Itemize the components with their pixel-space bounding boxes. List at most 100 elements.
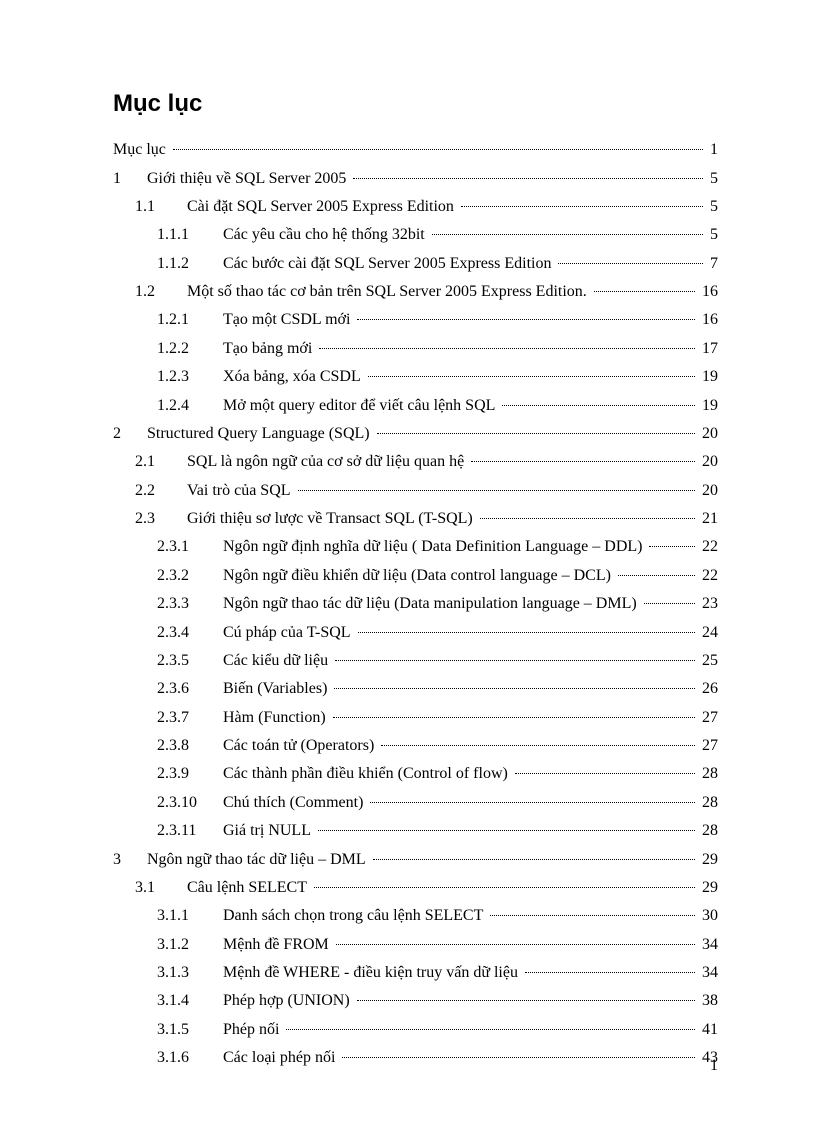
toc-dot-leader — [357, 319, 695, 320]
toc-entry-page: 26 — [698, 681, 718, 697]
toc-dot-leader — [432, 234, 703, 235]
toc-entry: 3Ngôn ngữ thao tác dữ liệu – DML 29 — [113, 845, 718, 873]
toc-entry-number: 1.2.2 — [157, 341, 223, 357]
toc-entry-text: Tạo một CSDL mới — [223, 312, 354, 328]
toc-entry-number: 1.1 — [135, 199, 187, 215]
toc-entry-text: Các kiểu dữ liệu — [223, 653, 332, 669]
toc-entry-page: 20 — [698, 454, 718, 470]
toc-entry: 2.3.10Chú thích (Comment)28 — [113, 789, 718, 817]
toc-dot-leader — [318, 830, 695, 831]
toc-entry-page: 5 — [706, 171, 718, 187]
toc-entry-page: 41 — [698, 1022, 718, 1038]
toc-entry-text: Một số thao tác cơ bản trên SQL Server 2… — [187, 284, 591, 300]
document-page: Mục lục Mục lục11Giới thiệu về SQL Serve… — [0, 0, 816, 1123]
toc-entry-page: 5 — [706, 199, 718, 215]
toc-entry-text: Biến (Variables) — [223, 681, 331, 697]
toc-title: Mục lục — [113, 90, 718, 118]
toc-entry-page: 25 — [698, 653, 718, 669]
toc-entry: 2.3Giới thiệu sơ lược về Transact SQL (T… — [113, 505, 718, 533]
toc-entry-text: Câu lệnh SELECT — [187, 880, 311, 896]
toc-entry: 2.3.11Giá trị NULL 28 — [113, 817, 718, 845]
toc-entry: 2.3.7Hàm (Function)27 — [113, 704, 718, 732]
toc-entry-number: 2 — [113, 426, 147, 442]
toc-entry-number: 3.1.1 — [157, 908, 223, 924]
toc-entry: 3.1Câu lệnh SELECT29 — [113, 874, 718, 902]
toc-entry-text: Tạo bảng mới — [223, 341, 316, 357]
toc-entry-text: Mục lục — [113, 142, 170, 158]
toc-entry: 1.1Cài đặt SQL Server 2005 Express Editi… — [113, 193, 718, 221]
toc-entry-number: 2.3.6 — [157, 681, 223, 697]
toc-entry-text: Danh sách chọn trong câu lệnh SELECT — [223, 908, 487, 924]
toc-entry-text: SQL là ngôn ngữ của cơ sở dữ liệu quan h… — [187, 454, 468, 470]
toc-dot-leader — [335, 660, 695, 661]
toc-dot-leader — [502, 405, 695, 406]
toc-dot-leader — [471, 461, 695, 462]
toc-dot-leader — [618, 575, 695, 576]
toc-entry-number: 1 — [113, 171, 147, 187]
toc-entry: 1.1.2Các bước cài đặt SQL Server 2005 Ex… — [113, 250, 718, 278]
toc-entry-page: 1 — [706, 142, 718, 158]
toc-entry-page: 27 — [698, 738, 718, 754]
toc-entry-number: 2.3.8 — [157, 738, 223, 754]
toc-dot-leader — [373, 859, 695, 860]
toc-entry-page: 5 — [706, 227, 718, 243]
toc-entry-number: 1.2 — [135, 284, 187, 300]
toc-entry: 3.1.2Mệnh đề FROM34 — [113, 931, 718, 959]
toc-entry-number: 2.2 — [135, 483, 187, 499]
toc-entry-number: 2.3.4 — [157, 625, 223, 641]
toc-entry-page: 29 — [698, 852, 718, 868]
toc-entry-page: 16 — [698, 312, 718, 328]
toc-entry-number: 2.3.10 — [157, 795, 223, 811]
toc-entry-number: 1.2.4 — [157, 398, 223, 414]
toc-entry: 2.2Vai trò của SQL20 — [113, 477, 718, 505]
toc-entry-number: 1.2.1 — [157, 312, 223, 328]
toc-entry-page: 23 — [698, 596, 718, 612]
toc-entry: 2.3.2Ngôn ngữ điều khiển dữ liệu (Data c… — [113, 562, 718, 590]
toc-entry-text: Structured Query Language (SQL) — [147, 426, 374, 442]
toc-entry: 1.2.2Tạo bảng mới17 — [113, 335, 718, 363]
toc-dot-leader — [358, 632, 695, 633]
toc-dot-leader — [342, 1057, 695, 1058]
toc-entry-text: Phép nối — [223, 1022, 283, 1038]
toc-entry-page: 27 — [698, 710, 718, 726]
toc-entry-number: 2.3.11 — [157, 823, 223, 839]
toc-dot-leader — [333, 717, 695, 718]
toc-entry: 1Giới thiệu về SQL Server 20055 — [113, 164, 718, 192]
toc-entry-text: Ngôn ngữ thao tác dữ liệu (Data manipula… — [223, 596, 641, 612]
toc-entry-text: Các bước cài đặt SQL Server 2005 Express… — [223, 256, 555, 272]
toc-dot-leader — [334, 688, 695, 689]
toc-entry-number: 2.3.1 — [157, 539, 223, 555]
toc-entry-text: Ngôn ngữ định nghĩa dữ liệu ( Data Defin… — [223, 539, 646, 555]
toc-dot-leader — [298, 490, 695, 491]
toc-dot-leader — [319, 348, 695, 349]
toc-dot-leader — [286, 1029, 695, 1030]
toc-entry: 2.1SQL là ngôn ngữ của cơ sở dữ liệu qua… — [113, 448, 718, 476]
toc-entry-page: 28 — [698, 823, 718, 839]
toc-entry-text: Các yêu cầu cho hệ thống 32bit — [223, 227, 429, 243]
toc-entry: 3.1.4Phép hợp (UNION)38 — [113, 987, 718, 1015]
toc-dot-leader — [461, 206, 703, 207]
toc-entry-number: 2.3.5 — [157, 653, 223, 669]
toc-entry-number: 3.1.2 — [157, 937, 223, 953]
toc-entry: 3.1.6Các loại phép nối43 — [113, 1044, 718, 1072]
toc-entry-page: 7 — [706, 256, 718, 272]
toc-entry-page: 19 — [698, 369, 718, 385]
toc-entry-number: 3.1 — [135, 880, 187, 896]
toc-entry-number: 2.3 — [135, 511, 187, 527]
toc-entry: 1.2.4Mở một query editor để viết câu lện… — [113, 391, 718, 419]
toc-entry-text: Ngôn ngữ thao tác dữ liệu – DML — [147, 852, 370, 868]
toc-entry-text: Giá trị NULL — [223, 823, 315, 839]
toc-entry-text: Giới thiệu sơ lược về Transact SQL (T-SQ… — [187, 511, 477, 527]
toc-entry-page: 21 — [698, 511, 718, 527]
toc-entry-page: 34 — [698, 937, 718, 953]
toc-dot-leader — [594, 291, 695, 292]
toc-entry-page: 28 — [698, 766, 718, 782]
toc-entry-text: Xóa bảng, xóa CSDL — [223, 369, 365, 385]
toc-entry-page: 30 — [698, 908, 718, 924]
toc-dot-leader — [381, 745, 695, 746]
page-number: 1 — [710, 1057, 718, 1075]
toc-entry-number: 3 — [113, 852, 147, 868]
toc-entry: 3.1.3Mệnh đề WHERE - điều kiện truy vấn … — [113, 959, 718, 987]
toc-entry-text: Các loại phép nối — [223, 1050, 339, 1066]
toc-entry-page: 16 — [698, 284, 718, 300]
